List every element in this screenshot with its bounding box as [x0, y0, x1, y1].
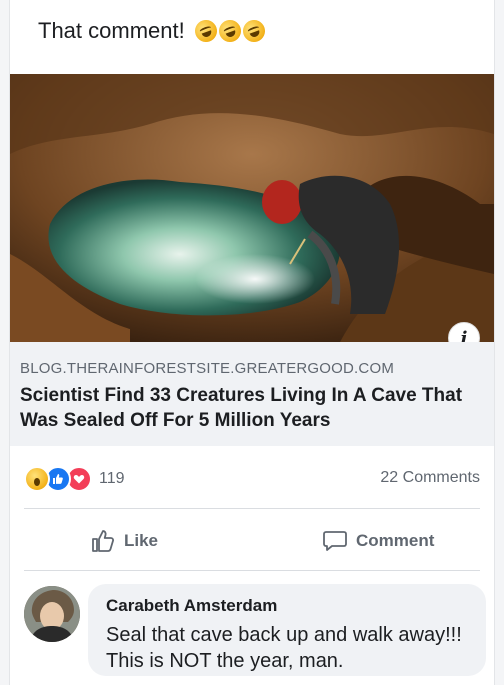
- comment-icon: [323, 531, 347, 551]
- commenter-name[interactable]: Carabeth Amsterdam: [106, 596, 277, 616]
- rofl-emoji-icon: [191, 16, 220, 46]
- post-text: That comment!: [38, 16, 268, 46]
- comment-button[interactable]: Comment: [322, 528, 434, 554]
- link-domain: BLOG.THERAINFORESTSITE.GREATERGOOD.COM: [20, 360, 395, 377]
- comment-text: Seal that cave back up and walk away!!! …: [106, 624, 462, 672]
- profile-photo: [24, 586, 80, 642]
- link-metadata[interactable]: BLOG.THERAINFORESTSITE.GREATERGOOD.COM S…: [10, 342, 494, 446]
- divider: [24, 570, 480, 571]
- post-caption: That comment!: [38, 18, 185, 43]
- facebook-post-card: That comment! i BLOG.THERAINFORESTSITE.G…: [10, 0, 494, 685]
- thumbs-up-icon: [92, 530, 114, 552]
- emoji-row: [191, 16, 268, 46]
- link-preview-image[interactable]: [10, 74, 494, 342]
- wow-reaction-icon: [24, 466, 50, 492]
- reaction-count: 119: [99, 470, 125, 487]
- like-button[interactable]: Like: [90, 528, 158, 554]
- rofl-emoji-icon: [215, 16, 244, 46]
- heart-icon: [73, 475, 85, 484]
- comment-label: Comment: [356, 531, 435, 550]
- link-title[interactable]: Scientist Find 33 Creatures Living In A …: [20, 383, 480, 433]
- cave-photo: [10, 74, 494, 342]
- reaction-summary[interactable]: 119: [24, 466, 125, 492]
- divider: [24, 508, 480, 509]
- comment-bubble: Carabeth Amsterdam Seal that cave back u…: [88, 584, 486, 676]
- comments-count[interactable]: 22 Comments: [380, 469, 480, 487]
- avatar[interactable]: [24, 586, 80, 642]
- rofl-emoji-icon: [239, 16, 268, 46]
- thumbs-up-icon: [53, 474, 63, 484]
- like-label: Like: [124, 531, 159, 550]
